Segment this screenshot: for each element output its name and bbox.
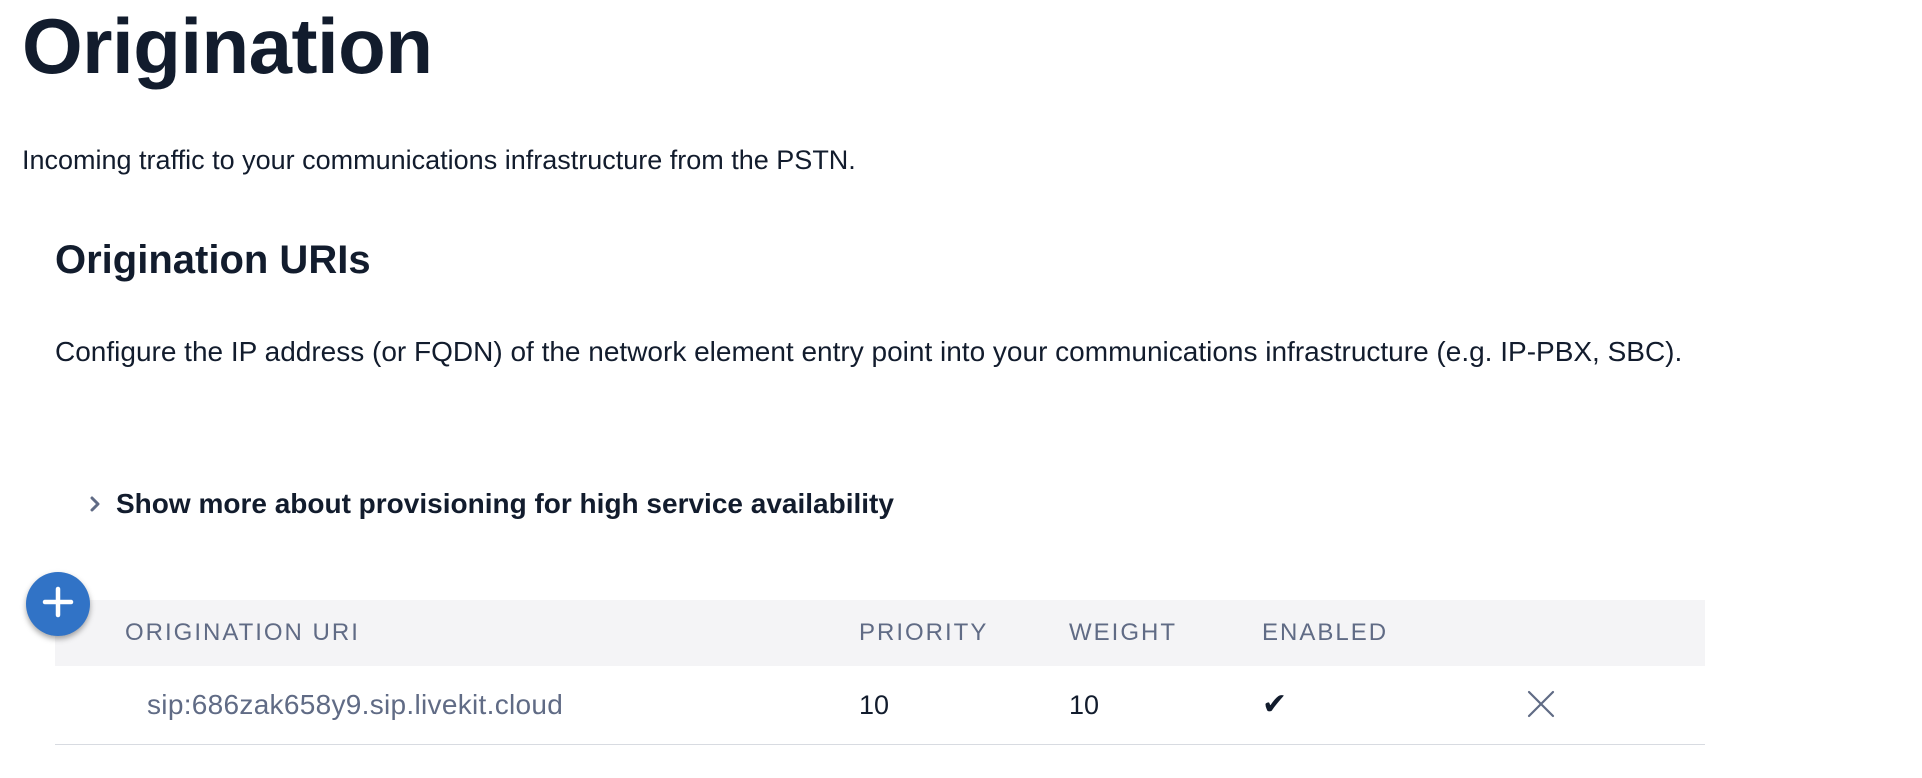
delete-uri-button[interactable]	[1525, 688, 1557, 720]
origination-uris-table: ORIGINATION URI PRIORITY WEIGHT ENABLED …	[55, 600, 1705, 745]
chevron-right-icon	[82, 491, 108, 517]
section-description: Configure the IP address (or FQDN) of th…	[55, 336, 1683, 367]
column-header-weight: WEIGHT	[1069, 619, 1177, 646]
column-header-priority: PRIORITY	[859, 619, 989, 646]
table-header: ORIGINATION URI PRIORITY WEIGHT ENABLED	[55, 600, 1705, 666]
page-subtitle: Incoming traffic to your communications …	[22, 145, 856, 175]
column-header-origination-uri: ORIGINATION URI	[125, 619, 360, 646]
plus-icon	[41, 585, 75, 624]
disclosure-label: Show more about provisioning for high se…	[116, 488, 894, 519]
enabled-check-icon: ✔	[1262, 688, 1288, 721]
add-origination-uri-button[interactable]	[26, 572, 90, 636]
page-title: Origination	[22, 2, 433, 90]
origination-uri-cell: sip:686zak658y9.sip.livekit.cloud	[147, 689, 564, 720]
section-title: Origination URIs	[55, 238, 371, 282]
weight-cell: 10	[1069, 690, 1100, 720]
close-icon	[1527, 690, 1555, 718]
show-more-disclosure[interactable]: Show more about provisioning for high se…	[82, 488, 894, 520]
column-header-enabled: ENABLED	[1262, 619, 1389, 646]
table-row: sip:686zak658y9.sip.livekit.cloud 10 10 …	[55, 666, 1705, 745]
priority-cell: 10	[859, 690, 890, 720]
